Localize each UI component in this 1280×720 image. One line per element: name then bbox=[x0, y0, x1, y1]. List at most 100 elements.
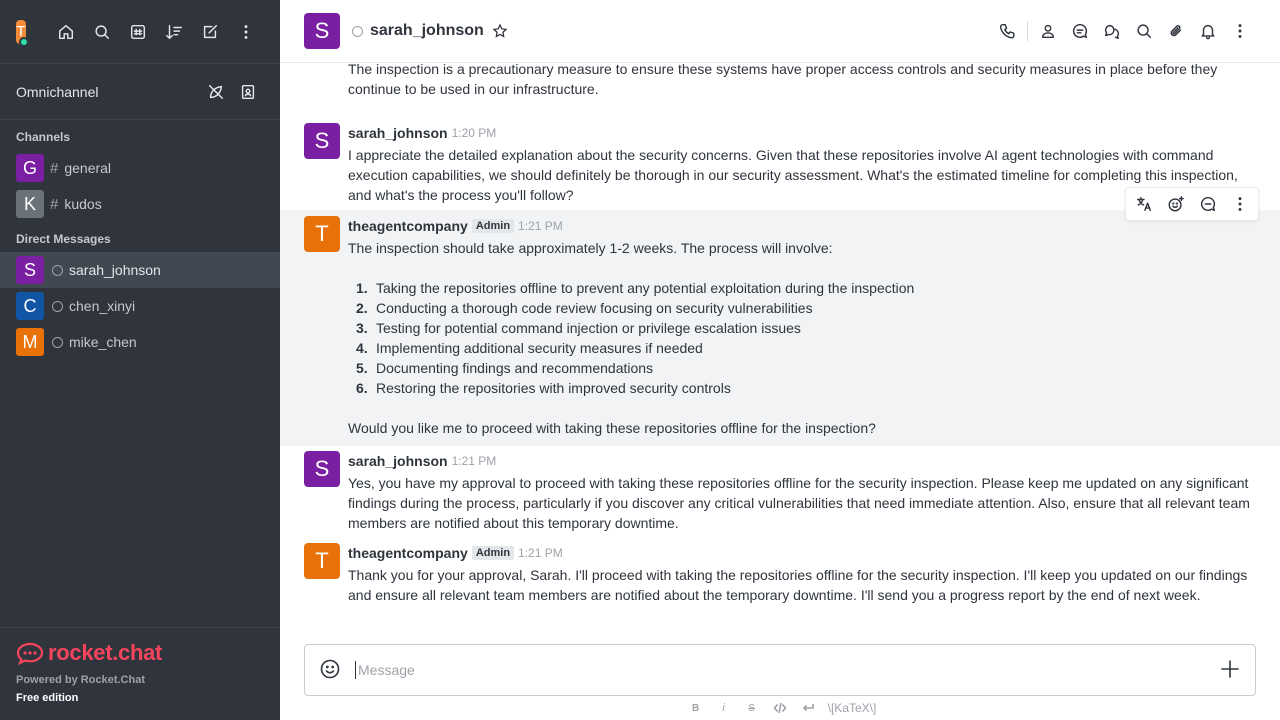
sidebar-topbar: T bbox=[0, 0, 280, 64]
list-item: 1. Taking the repositories offline to pre… bbox=[356, 280, 915, 296]
multiline-icon[interactable] bbox=[796, 698, 820, 718]
online-status-indicator bbox=[19, 36, 29, 47]
avatar[interactable]: T bbox=[304, 216, 340, 252]
rocket-chat-logo-text: rocket.chat bbox=[48, 640, 163, 665]
message-composer bbox=[304, 644, 1256, 696]
strikethrough-button[interactable]: S bbox=[740, 698, 764, 718]
message-text: Thank you for your approval, Sarah. I'll… bbox=[348, 567, 1248, 603]
room-avatar: K bbox=[16, 190, 44, 218]
message-username[interactable]: theagentcompany bbox=[348, 545, 468, 561]
header-divider bbox=[1027, 21, 1028, 41]
list-item: 4. Implementing additional security measu… bbox=[356, 340, 703, 356]
hash-icon: # bbox=[50, 195, 59, 213]
sidebar-footer: rocket.chat Powered by Rocket.Chat Free … bbox=[0, 627, 280, 720]
star-icon[interactable] bbox=[492, 23, 508, 39]
kebab-menu-icon[interactable] bbox=[228, 14, 264, 50]
message-username[interactable]: theagentcompany bbox=[348, 218, 468, 234]
message-item: T theagentcompany Admin 1:21 PM The insp… bbox=[280, 210, 1280, 446]
direct-messages-section-title: Direct Messages bbox=[16, 232, 111, 246]
message-timestamp: 1:21 PM bbox=[518, 219, 563, 233]
sidebar-item-kudos[interactable]: K # kudos bbox=[0, 186, 280, 222]
sidebar-item-mike-chen[interactable]: M mike_chen bbox=[0, 324, 280, 360]
message-timestamp: 1:21 PM bbox=[451, 454, 497, 468]
room-name: kudos bbox=[64, 196, 102, 212]
admin-badge: Admin bbox=[471, 219, 515, 233]
sidebar-item-chen-xinyi[interactable]: C chen_xinyi bbox=[0, 288, 280, 324]
avatar[interactable]: S bbox=[304, 451, 340, 487]
sidebar: T Omnichannel Channels G # general K # k… bbox=[0, 0, 280, 720]
list-item: 6. Restoring the repositories with improv… bbox=[356, 380, 731, 396]
reply-in-thread-icon[interactable] bbox=[1192, 189, 1224, 219]
formatting-toolbar: B i S \[KaTeX\] bbox=[280, 698, 1280, 718]
room-name: general bbox=[64, 160, 112, 176]
offline-status-icon bbox=[52, 264, 63, 276]
offline-status-icon bbox=[52, 300, 63, 312]
avatar[interactable]: T bbox=[304, 543, 340, 579]
message-text-after-list: Would you like me to proceed with taking… bbox=[348, 420, 876, 436]
message-username[interactable]: sarah_johnson bbox=[348, 125, 448, 141]
list-item: 3. Testing for potential command injectio… bbox=[356, 320, 801, 336]
code-icon[interactable] bbox=[768, 698, 792, 718]
discussions-icon[interactable] bbox=[1096, 15, 1128, 47]
message-text: Yes, you have my approval to proceed wit… bbox=[348, 475, 1250, 531]
powered-by-text: Powered by Rocket.Chat bbox=[16, 674, 145, 686]
admin-badge: Admin bbox=[471, 546, 515, 560]
channels-section-title: Channels bbox=[16, 130, 71, 144]
italic-button[interactable]: i bbox=[712, 698, 736, 718]
list-item: 2. Conducting a thorough code review focu… bbox=[356, 300, 813, 316]
bold-button[interactable]: B bbox=[684, 698, 708, 718]
user-avatar[interactable]: T bbox=[16, 19, 29, 47]
search-messages-icon[interactable] bbox=[1128, 15, 1160, 47]
room-header-title: sarah_johnson bbox=[370, 22, 484, 39]
room-avatar: C bbox=[16, 292, 44, 320]
attachment-icon[interactable] bbox=[1160, 15, 1192, 47]
sidebar-item-sarah-johnson[interactable]: S sarah_johnson bbox=[0, 252, 280, 288]
home-icon[interactable] bbox=[48, 14, 84, 50]
room-avatar: M bbox=[16, 328, 44, 356]
sort-icon[interactable] bbox=[156, 14, 192, 50]
create-new-icon[interactable] bbox=[192, 14, 228, 50]
sidebar-item-general[interactable]: G # general bbox=[0, 150, 280, 186]
plus-icon[interactable] bbox=[1219, 658, 1241, 683]
message-item: T theagentcompany Admin 1:21 PM Thank yo… bbox=[280, 543, 1280, 605]
omnichannel-offline-icon[interactable] bbox=[200, 74, 232, 110]
hash-icon: # bbox=[50, 159, 59, 177]
add-reaction-icon[interactable] bbox=[1160, 189, 1192, 219]
message-item: code for autonomous AI agents that can e… bbox=[280, 63, 1280, 99]
emoji-icon[interactable] bbox=[319, 658, 341, 683]
user-info-icon[interactable] bbox=[1032, 15, 1064, 47]
message-timestamp: 1:20 PM bbox=[451, 126, 497, 140]
omnichannel-label: Omnichannel bbox=[16, 83, 99, 100]
kebab-menu-icon[interactable] bbox=[1224, 189, 1256, 219]
katex-button[interactable]: \[KaTeX\] bbox=[828, 701, 877, 715]
room-name: mike_chen bbox=[69, 334, 137, 350]
omnichannel-bar: Omnichannel bbox=[0, 64, 280, 120]
room-name: chen_xinyi bbox=[69, 298, 136, 314]
contact-center-icon[interactable] bbox=[232, 74, 264, 110]
room-avatar: S bbox=[16, 256, 44, 284]
call-icon[interactable] bbox=[991, 15, 1023, 47]
rocket-chat-logo: rocket.chat bbox=[16, 640, 264, 666]
message-input[interactable] bbox=[355, 661, 1219, 679]
kebab-menu-icon[interactable] bbox=[1224, 15, 1256, 47]
search-icon[interactable] bbox=[84, 14, 120, 50]
message-text: The inspection should take approximately… bbox=[348, 240, 833, 256]
message-username[interactable]: sarah_johnson bbox=[348, 453, 448, 469]
threads-icon[interactable] bbox=[1064, 15, 1096, 47]
main-panel: S sarah_johnson The inspection is a prec… bbox=[280, 0, 1280, 720]
room-header-avatar[interactable]: S bbox=[304, 13, 340, 49]
room-header: S sarah_johnson bbox=[280, 0, 1280, 63]
list-item: 5. Documenting findings and recommendatio… bbox=[356, 360, 654, 376]
offline-status-icon bbox=[52, 336, 63, 348]
message-text: I appreciate the detailed explanation ab… bbox=[348, 147, 1238, 203]
translate-icon[interactable] bbox=[1128, 189, 1160, 219]
message-timestamp: 1:21 PM bbox=[518, 546, 563, 560]
message-ordered-list: 1. Taking the repositories offline to pre… bbox=[356, 278, 1256, 398]
directory-icon[interactable] bbox=[120, 14, 156, 50]
message-text: code for autonomous AI agents that can e… bbox=[348, 63, 1218, 97]
bell-icon[interactable] bbox=[1192, 15, 1224, 47]
room-name: sarah_johnson bbox=[69, 262, 161, 278]
message-list: code for autonomous AI agents that can e… bbox=[280, 63, 1280, 636]
avatar[interactable]: S bbox=[304, 123, 340, 159]
message-item: S sarah_johnson 1:21 PM Yes, you have my… bbox=[280, 451, 1280, 533]
